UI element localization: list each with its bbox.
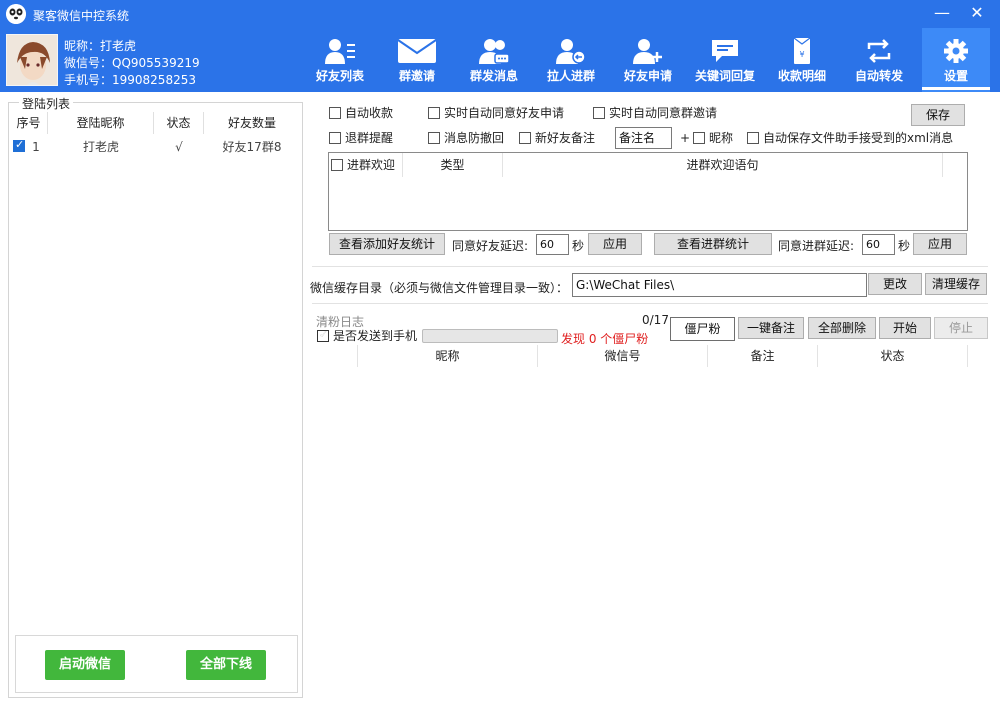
nav-label: 好友申请 (623, 69, 672, 83)
remark-all-button[interactable]: 一键备注 (738, 317, 804, 339)
col-count[interactable]: 好友数量 (204, 112, 300, 134)
col-index[interactable]: 序号 (10, 112, 48, 134)
chat-bubble-icon (710, 38, 740, 64)
nav-pull-into-group[interactable]: 拉人进群 (537, 28, 605, 92)
title-bar: 聚客微信中控系统 — ✕ (0, 0, 1000, 28)
col-blank (312, 345, 358, 367)
group-delay-unit: 秒 (898, 239, 911, 253)
friend-delay-input[interactable]: 60 (536, 234, 569, 255)
divider (312, 266, 988, 267)
receipt-icon: ¥ (787, 37, 817, 64)
view-group-stats-button[interactable]: 查看进群统计 (654, 233, 772, 255)
col-nickname[interactable]: 昵称 (358, 345, 538, 367)
nav-friend-request[interactable]: 好友申请 (614, 28, 682, 92)
delete-all-button[interactable]: 全部删除 (808, 317, 876, 339)
start-wechat-button[interactable]: 启动微信 (45, 650, 125, 680)
login-list-group: 登陆列表 (8, 95, 303, 698)
nav-label: 拉人进群 (546, 69, 595, 83)
auto-receive-checkbox[interactable]: 自动收款 (329, 106, 393, 120)
row-checkbox[interactable] (13, 138, 29, 153)
col-status[interactable]: 状态 (818, 345, 968, 367)
friend-delay-label: 同意好友延迟: (452, 239, 529, 253)
remark-input[interactable]: 备注名 (615, 127, 672, 149)
cache-dir-label: 微信缓存目录（必须与微信文件管理目录一致）： (310, 281, 569, 295)
col-remark[interactable]: 备注 (708, 345, 818, 367)
pull-user-icon (556, 38, 586, 64)
group-delay-label: 同意进群延迟: (778, 239, 855, 253)
welcome-col-text[interactable]: 进群欢迎语句 (503, 153, 943, 177)
apply-group-delay-button[interactable]: 应用 (913, 233, 967, 255)
view-friend-stats-button[interactable]: 查看添加好友统计 (329, 233, 445, 255)
nav-label: 自动转发 (854, 69, 903, 83)
row-count: 好友17群8 (222, 140, 282, 154)
close-button[interactable]: ✕ (965, 3, 989, 25)
save-button[interactable]: 保存 (911, 104, 965, 126)
anti-recall-checkbox[interactable]: 消息防撤回 (428, 131, 504, 145)
send-to-phone-checkbox[interactable]: ✓是否发送到手机 (317, 328, 417, 343)
auto-accept-friend-checkbox[interactable]: 实时自动同意好友申请 (428, 106, 564, 120)
stop-button[interactable]: 停止 (934, 317, 988, 339)
clear-cache-button[interactable]: 清理缓存 (925, 273, 987, 295)
apply-friend-delay-button[interactable]: 应用 (588, 233, 642, 255)
welcome-col-type[interactable]: 类型 (403, 153, 503, 177)
nav-settings[interactable]: 设置 (922, 28, 990, 92)
add-user-icon (633, 38, 663, 64)
friend-delay-unit: 秒 (572, 239, 585, 253)
auto-accept-group-checkbox[interactable]: 实时自动同意群邀请 (593, 106, 717, 120)
new-friend-remark-checkbox[interactable]: 新好友备注 (519, 131, 595, 145)
user-nickname: 昵称：打老虎 (64, 39, 137, 53)
nav-auto-forward[interactable]: 自动转发 (845, 28, 913, 92)
minimize-button[interactable]: — (930, 3, 954, 25)
avatar[interactable] (6, 34, 58, 86)
all-offline-button[interactable]: 全部下线 (186, 650, 266, 680)
nav-label: 群邀请 (398, 69, 435, 83)
nav-label: 设置 (943, 69, 968, 83)
envelope-icon (397, 38, 437, 64)
user-wechat-id: 微信号：QQ905539219 (64, 56, 200, 70)
group-chat-icon (479, 38, 510, 64)
row-status: √ (175, 140, 183, 154)
nickname-checkbox[interactable]: 昵称 (693, 131, 733, 145)
auto-save-xml-checkbox[interactable]: 自动保存文件助手接受到的xml消息 (747, 131, 953, 145)
repeat-icon (864, 38, 894, 64)
welcome-col-check[interactable]: 进群欢迎 (329, 153, 403, 177)
clean-count: 0/17 (642, 313, 669, 327)
col-wechat-id[interactable]: 微信号 (538, 345, 708, 367)
leave-group-alert-checkbox[interactable]: 退群提醒 (329, 131, 393, 145)
nav-group-invite[interactable]: 群邀请 (383, 28, 451, 92)
app-logo-icon (6, 4, 26, 24)
col-nickname[interactable]: 登陆昵称 (48, 112, 154, 134)
login-list-title: 登陆列表 (19, 95, 74, 112)
nav-friends-list[interactable]: 好友列表 (306, 28, 374, 92)
user-phone: 手机号：19908258253 (64, 73, 196, 87)
friends-list-icon (325, 38, 355, 64)
nav-label: 好友列表 (315, 69, 364, 83)
left-button-box: 启动微信 全部下线 (15, 635, 298, 693)
nav-label: 群发消息 (469, 69, 518, 83)
header-bar: 昵称：打老虎 微信号：QQ905539219 手机号：19908258253 好… (0, 28, 1000, 92)
gear-icon (941, 38, 971, 64)
nav-label: 收款明细 (777, 69, 826, 83)
nav-keyword-reply[interactable]: 关键词回复 (691, 28, 759, 92)
nav-label: 关键词回复 (694, 69, 755, 83)
cache-path-input[interactable]: G:\WeChat Files\ (572, 273, 867, 297)
svg-text:¥: ¥ (799, 50, 804, 59)
row-nickname: 打老虎 (82, 140, 119, 154)
window-title: 聚客微信中控系统 (33, 9, 130, 23)
group-delay-input[interactable]: 60 (862, 234, 895, 255)
col-status[interactable]: 状态 (154, 112, 204, 134)
nav-broadcast[interactable]: 群发消息 (460, 28, 528, 92)
plus-label: + (680, 131, 691, 145)
clean-progress-bar (422, 329, 558, 343)
divider (312, 303, 988, 304)
change-path-button[interactable]: 更改 (868, 273, 922, 295)
zombie-fans-button[interactable]: 僵尸粉 (670, 317, 735, 341)
nav-receipts[interactable]: ¥ 收款明细 (768, 28, 836, 92)
start-button[interactable]: 开始 (879, 317, 931, 339)
clean-log-table-header: 昵称 微信号 备注 状态 (312, 345, 997, 367)
welcome-table[interactable]: 进群欢迎 类型 进群欢迎语句 (328, 152, 968, 231)
row-index: 1 (32, 140, 40, 154)
